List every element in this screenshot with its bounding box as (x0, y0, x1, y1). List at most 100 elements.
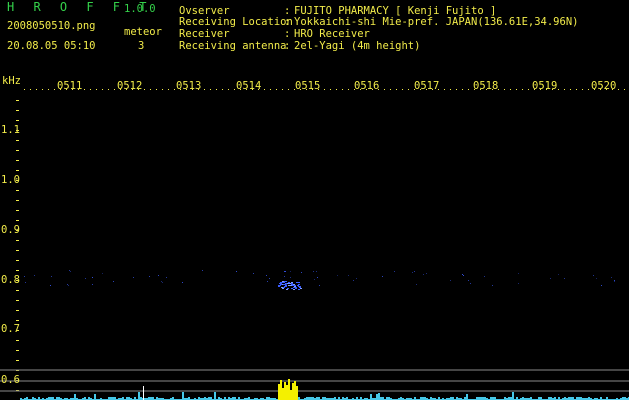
tick-dot (30, 89, 31, 90)
noise-speck (25, 282, 26, 283)
tick-dot (108, 89, 109, 90)
echo-speck (291, 283, 293, 284)
noise-speck (67, 284, 68, 285)
tick-dot (54, 89, 55, 90)
time-tick-label: 0513 (176, 80, 202, 92)
app-version: 1.0.0 (124, 3, 156, 15)
frequency-tick-mark (16, 150, 19, 151)
tick-dot (402, 89, 403, 90)
noise-speck (382, 276, 383, 277)
noise-speck (162, 282, 163, 283)
tick-dot (462, 89, 463, 90)
tick-dot (576, 89, 577, 90)
noise-speck (614, 280, 615, 281)
echo-speck (298, 282, 300, 283)
noise-band (24, 270, 615, 286)
noise-speck (450, 280, 451, 281)
tick-dot (210, 89, 211, 90)
tick-dot (162, 89, 163, 90)
echo-speck (298, 284, 300, 285)
meteor-level-bar (294, 381, 296, 400)
echo-speck (300, 288, 302, 289)
tick-dot (522, 89, 523, 90)
echo-speck (293, 289, 295, 290)
noise-speck (593, 275, 594, 276)
time-tick-label: 0515 (295, 80, 321, 92)
tick-dot (234, 89, 235, 90)
echo-speck (284, 284, 286, 285)
receiver-colon: : (284, 28, 291, 40)
tick-dot (504, 89, 505, 90)
echo-speck (291, 282, 293, 283)
frequency-tick-mark (16, 250, 19, 251)
tick-dot (270, 89, 271, 90)
echo-speck (299, 287, 301, 288)
noise-speck (596, 278, 597, 279)
tick-dot (282, 89, 283, 90)
noise-speck (426, 273, 427, 274)
echo-speck (281, 287, 283, 288)
echo-speck (293, 284, 295, 285)
frequency-tick-mark (16, 360, 19, 361)
level-bar (376, 394, 378, 400)
noise-speck (611, 277, 612, 278)
time-tick-label: 0516 (354, 80, 380, 92)
noise-speck (492, 285, 493, 286)
noise-speck (468, 280, 469, 281)
frequency-tick-label: 0.6 (1, 374, 20, 386)
tick-dot (528, 89, 529, 90)
echo-speck (294, 286, 296, 287)
noise-speck (462, 274, 463, 275)
noise-speck (313, 271, 314, 272)
frequency-tick-marks (16, 100, 19, 391)
level-bar (138, 392, 140, 400)
frequency-tick-mark (16, 270, 19, 271)
frequency-tick-mark (16, 170, 19, 171)
tick-dot (102, 89, 103, 90)
hrofft-screen: H R O F F T 1.0.0 2008050510.png meteor … (0, 0, 629, 400)
tick-dot (174, 89, 175, 90)
receiver-value: HRO Receiver (294, 28, 370, 40)
echo-speck (288, 282, 290, 283)
location-label: Receiving Location (179, 16, 293, 28)
tick-dot (396, 89, 397, 90)
echo-speck (285, 281, 287, 282)
noise-speck (484, 276, 485, 277)
frequency-tick-mark (16, 290, 19, 291)
echo-speck (293, 287, 295, 288)
spectrogram-plot (0, 89, 629, 400)
tick-dot (558, 89, 559, 90)
echo-speck (296, 282, 298, 283)
tick-dot (144, 89, 145, 90)
noise-speck (284, 271, 285, 272)
frequency-tick-label: 0.7 (1, 323, 20, 335)
noise-speck (158, 275, 159, 276)
noise-speck (92, 277, 93, 278)
noise-speck (149, 276, 150, 277)
meteor-level-bar (282, 388, 284, 400)
noise-speck (284, 276, 285, 277)
noise-speck (416, 284, 417, 285)
tick-dot (90, 89, 91, 90)
noise-speck (266, 275, 267, 276)
level-bar (512, 392, 514, 400)
tick-dot (618, 89, 619, 90)
noise-speck (182, 282, 183, 283)
frequency-tick-label: 1.0 (1, 174, 20, 186)
image-filename: 2008050510.png (7, 20, 96, 32)
echo-speck (286, 289, 288, 290)
noise-speck (269, 278, 270, 279)
echo-speck (299, 286, 301, 287)
echo-speck (283, 287, 285, 288)
frequency-tick-mark (16, 220, 19, 221)
frequency-tick-mark (16, 120, 19, 121)
meteor-level-bar (286, 385, 288, 400)
noise-speck (161, 281, 162, 282)
tick-dot (450, 89, 451, 90)
noise-speck (34, 275, 35, 276)
location-colon: : (284, 16, 291, 28)
tick-dot (390, 89, 391, 90)
frequency-tick-mark (16, 190, 19, 191)
noise-speck (518, 283, 519, 284)
noise-speck (70, 271, 71, 272)
